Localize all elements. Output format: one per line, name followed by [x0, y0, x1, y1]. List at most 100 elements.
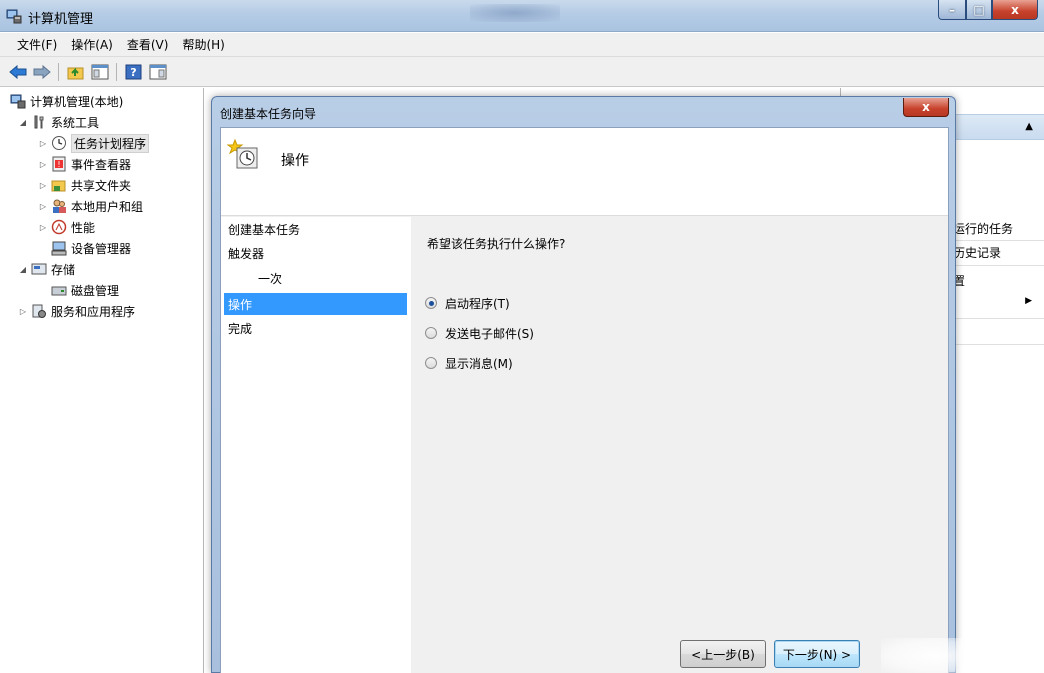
disk-icon: [51, 282, 67, 298]
cancel-button-obscured[interactable]: [881, 638, 989, 673]
tree-item-services-applications[interactable]: ▷ 服务和应用程序: [18, 301, 135, 321]
menu-file[interactable]: 文件(F): [10, 36, 64, 53]
tree-item-storage[interactable]: ◢ 存储: [18, 259, 75, 279]
performance-icon: [51, 219, 67, 235]
tools-icon: [31, 114, 47, 130]
tree-item-label: 磁盘管理: [71, 283, 120, 298]
minimize-icon: –: [949, 2, 955, 17]
dialog-close-button[interactable]: x: [903, 98, 949, 117]
tree-item-label: 任务计划程序: [71, 133, 150, 153]
svg-text:?: ?: [130, 66, 136, 79]
expand-icon[interactable]: ▷: [38, 139, 48, 148]
expand-icon[interactable]: ▷: [38, 160, 48, 169]
window-title: 计算机管理: [28, 12, 94, 27]
tree-item-label: 计算机管理(本地): [30, 94, 124, 109]
tree-item-label: 设备管理器: [71, 241, 132, 256]
tree-item-device-manager[interactable]: 设备管理器: [51, 238, 131, 258]
menu-action[interactable]: 操作(A): [64, 36, 120, 53]
back-button[interactable]: [8, 62, 28, 82]
computer-management-icon: [10, 93, 26, 109]
action-history[interactable]: 历史记录: [953, 244, 1001, 261]
tree-item-root[interactable]: 计算机管理(本地): [10, 91, 123, 111]
submenu-arrow-icon[interactable]: ▶: [1025, 296, 1032, 306]
action-pane-icon: [149, 64, 167, 80]
toolbar-separator: [58, 63, 59, 81]
collapse-up-icon[interactable]: ▲: [1025, 121, 1033, 132]
menu-bar: 文件(F) 操作(A) 查看(V) 帮助(H): [0, 33, 1044, 57]
show-hide-action-pane-button[interactable]: [148, 62, 168, 82]
close-button[interactable]: x: [992, 0, 1038, 20]
tree-item-label: 本地用户和组: [71, 199, 144, 214]
help-icon: ?: [125, 64, 142, 80]
wizard-content: 希望该任务执行什么操作? 启动程序(T) 发送电子邮件(S) 显示消息(M): [411, 217, 948, 673]
collapse-icon[interactable]: ◢: [18, 118, 28, 127]
menu-view[interactable]: 查看(V): [120, 36, 176, 53]
radio-unchecked-icon[interactable]: [425, 357, 437, 369]
tree-item-event-viewer[interactable]: ▷ ! 事件查看器: [38, 154, 131, 174]
folder-up-icon: [67, 67, 84, 80]
device-manager-icon: [51, 240, 67, 256]
option-send-email[interactable]: 发送电子邮件(S): [425, 323, 534, 343]
toolbar: ?: [0, 57, 1044, 87]
back-step-button[interactable]: <上一步(B): [680, 640, 766, 668]
expand-icon[interactable]: ▷: [38, 223, 48, 232]
tree-item-label: 共享文件夹: [71, 178, 132, 193]
tree-item-performance[interactable]: ▷ 性能: [38, 217, 95, 237]
help-button[interactable]: ?: [124, 62, 144, 82]
console-tree: 计算机管理(本地) ◢ 系统工具 ▷ 任务计划程序 ▷ ! 事件查看器 ▷ 共享…: [0, 88, 204, 673]
storage-icon: [31, 261, 47, 277]
services-icon: [31, 303, 47, 319]
radio-checked-icon[interactable]: [425, 297, 437, 309]
clock-icon: [51, 135, 67, 151]
tree-item-label: 系统工具: [51, 115, 100, 130]
forward-button[interactable]: [32, 62, 52, 82]
event-viewer-icon: !: [51, 156, 67, 172]
next-step-button[interactable]: 下一步(N) >: [774, 640, 860, 668]
tree-item-task-scheduler[interactable]: ▷ 任务计划程序: [38, 133, 150, 153]
svg-text:!: !: [57, 160, 60, 169]
show-hide-tree-button[interactable]: [90, 62, 110, 82]
option-display-message[interactable]: 显示消息(M): [425, 353, 513, 373]
wizard-steps: 创建基本任务 触发器 一次 操作 完成: [221, 217, 411, 673]
tree-item-disk-management[interactable]: 磁盘管理: [51, 280, 119, 300]
collapse-icon[interactable]: ◢: [18, 265, 28, 274]
tree-item-local-users-groups[interactable]: ▷ 本地用户和组: [38, 196, 143, 216]
expand-icon[interactable]: ▷: [18, 307, 28, 316]
toolbar-separator: [116, 63, 117, 81]
computer-management-icon: [6, 8, 22, 24]
task-clock-icon: [226, 138, 261, 172]
users-icon: [51, 198, 67, 214]
option-label: 启动程序(T): [445, 296, 510, 311]
action-separator: [953, 265, 1044, 266]
step-once[interactable]: 一次: [224, 267, 407, 289]
tree-item-label: 性能: [71, 220, 96, 235]
back-arrow-icon: [9, 65, 27, 79]
titlebar-glow: [470, 4, 560, 22]
tree-item-shared-folders[interactable]: ▷ 共享文件夹: [38, 175, 131, 195]
maximize-icon: □: [973, 2, 985, 17]
up-folder-button[interactable]: [66, 62, 86, 82]
step-finish[interactable]: 完成: [224, 317, 407, 339]
tree-item-system-tools[interactable]: ◢ 系统工具: [18, 112, 99, 132]
dialog-header-title: 操作: [281, 153, 309, 169]
shared-folder-icon: [51, 177, 67, 193]
action-running-tasks[interactable]: 运行的任务: [953, 220, 1013, 237]
action-separator: [953, 240, 1044, 241]
tree-item-label: 存储: [51, 262, 76, 277]
step-action[interactable]: 操作: [224, 293, 407, 315]
option-start-program[interactable]: 启动程序(T): [425, 293, 510, 313]
forward-arrow-icon: [33, 65, 51, 79]
minimize-button[interactable]: –: [938, 0, 966, 20]
step-create-basic-task[interactable]: 创建基本任务: [224, 218, 407, 240]
tree-item-label: 服务和应用程序: [51, 304, 136, 319]
menu-help[interactable]: 帮助(H): [175, 36, 231, 53]
expand-icon[interactable]: ▷: [38, 181, 48, 190]
create-basic-task-wizard: 创建基本任务向导 x 操作 创建基本任务 触发器 一次 操作 完成 希望该任务执…: [211, 96, 989, 673]
expand-icon[interactable]: ▷: [38, 202, 48, 211]
radio-unchecked-icon[interactable]: [425, 327, 437, 339]
step-trigger[interactable]: 触发器: [224, 242, 407, 264]
action-question: 希望该任务执行什么操作?: [427, 237, 566, 251]
window-controls: – □ x: [938, 0, 1038, 22]
option-label: 显示消息(M): [445, 356, 513, 371]
maximize-button[interactable]: □: [966, 0, 992, 20]
